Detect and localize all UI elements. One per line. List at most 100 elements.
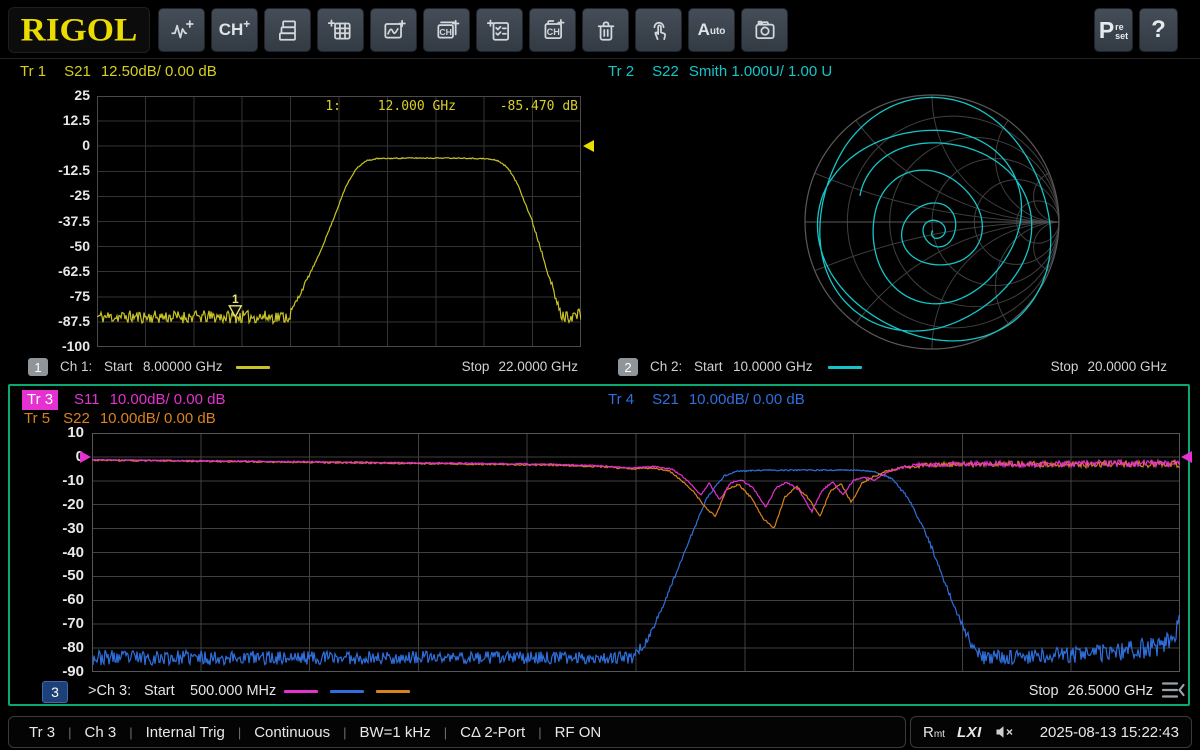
window-stack-button[interactable] — [264, 8, 311, 52]
status-separator: | — [444, 725, 447, 740]
trace2-label[interactable]: Tr 2 — [608, 63, 634, 80]
marker1-frequency: 12.000 GHz — [341, 99, 456, 114]
y-axis-label: -62.5 — [22, 263, 90, 279]
channel-add-label: CH — [219, 20, 244, 40]
svg-text:1: 1 — [232, 292, 239, 306]
trace4-color-swatch — [330, 690, 364, 693]
channel2-stop-label: Stop — [1051, 359, 1079, 374]
channel3-stop[interactable]: Stop 26.5000 GHz — [1029, 683, 1153, 699]
trace3-label[interactable]: Tr 3 — [22, 390, 58, 410]
trace3-meas: S11 — [74, 391, 100, 408]
channel1-start-value[interactable]: 8.00000 GHz — [143, 359, 223, 374]
trace1-color-swatch — [236, 366, 270, 369]
channel-window-add-button[interactable]: CH — [423, 8, 470, 52]
trace-add-button[interactable] — [158, 8, 205, 52]
smith-trace — [818, 97, 1051, 341]
channel3-start-value[interactable]: 500.000 MHz — [190, 683, 276, 699]
channel2-start-value[interactable]: 10.0000 GHz — [733, 359, 813, 374]
ref-level-marker-tr3-right[interactable] — [1181, 451, 1192, 463]
lxi-indicator: LXI — [957, 724, 982, 741]
channel1-start-label: Start — [104, 359, 133, 374]
channel-sheet-add-icon: CH — [540, 17, 566, 43]
hide-menu-button[interactable] — [1158, 679, 1186, 706]
channel2-stop-value: 20.0000 GHz — [1087, 359, 1167, 374]
y-axis-label: -50 — [22, 238, 90, 254]
channel2-stop[interactable]: Stop 20.0000 GHz — [1051, 359, 1167, 374]
channel2-badge[interactable]: 2 — [618, 358, 638, 376]
channel3-start-label: Start — [144, 683, 175, 699]
help-button[interactable]: ? — [1139, 8, 1178, 52]
status-item: Tr 3 — [29, 724, 55, 741]
preset-button[interactable]: P re set — [1094, 8, 1133, 52]
channel-add-button[interactable]: CH+ — [211, 8, 258, 52]
channel1-stop-value: 22.0000 GHz — [498, 359, 578, 374]
status-separator: | — [238, 725, 241, 740]
trace1-header: Tr 1S2112.50dB/ 0.00 dB — [20, 63, 217, 80]
trace-add-icon — [169, 17, 195, 43]
touch-button[interactable] — [635, 8, 682, 52]
smith-chart[interactable] — [798, 88, 1066, 356]
trace3-header: S1110.00dB/ 0.00 dB — [74, 391, 226, 408]
remote-indicator: Rmt — [923, 724, 945, 741]
y-axis-label: -10 — [26, 472, 84, 489]
status-item: Internal Trig — [146, 724, 225, 741]
y-axis-label: -60 — [26, 591, 84, 608]
rmt-label-sub: mt — [934, 729, 945, 740]
y-axis-label: -40 — [26, 544, 84, 561]
meas-list-add-icon — [487, 17, 513, 43]
meas-list-add-button[interactable] — [476, 8, 523, 52]
trace4-label[interactable]: Tr 4 — [608, 391, 634, 408]
status-separator: | — [129, 725, 132, 740]
status-separator: | — [538, 725, 541, 740]
y-axis-label: -90 — [26, 663, 84, 680]
channel-sheet-add-button[interactable]: CH — [529, 8, 576, 52]
channel3-stop-label: Stop — [1029, 683, 1059, 699]
y-axis-label: -50 — [26, 567, 84, 584]
trace-window-add-icon — [381, 17, 407, 43]
status-item: Ch 3 — [85, 724, 117, 741]
status-bar-left: Tr 3|Ch 3|Internal Trig|Continuous|BW=1 … — [8, 716, 906, 748]
plot3-graph[interactable] — [92, 433, 1180, 672]
y-axis-label: -20 — [26, 496, 84, 513]
plot1-graph[interactable]: 1 — [97, 96, 581, 347]
delete-button[interactable] — [582, 8, 629, 52]
trace2-header: Tr 2S22Smith 1.000U/ 1.00 U — [608, 63, 832, 80]
y-axis-label: 0 — [26, 448, 84, 465]
toolbar: RIGOL CH+CHCHAuto P re set ? — [0, 0, 1200, 59]
trace5-color-swatch — [376, 690, 410, 693]
help-icon: ? — [1151, 16, 1166, 44]
y-axis-label: -80 — [26, 639, 84, 656]
y-axis-label: -37.5 — [22, 213, 90, 229]
channel1-stop[interactable]: Stop 22.0000 GHz — [462, 359, 578, 374]
ref-level-marker-tr1[interactable] — [583, 140, 594, 152]
sheet-add-button[interactable] — [317, 8, 364, 52]
y-axis-label: -12.5 — [22, 162, 90, 178]
ref-level-marker-tr3-left[interactable] — [80, 451, 91, 463]
trace4-meas: S21 — [652, 391, 679, 408]
auto-scale-button[interactable]: Auto — [688, 8, 735, 52]
channel1-badge[interactable]: 1 — [28, 358, 48, 376]
svg-text:CH: CH — [546, 27, 560, 37]
channel2-start-label: Start — [694, 359, 723, 374]
status-item: CΔ 2-Port — [460, 724, 525, 741]
rmt-label: R — [923, 724, 934, 741]
plot-grid — [97, 96, 581, 347]
sheet-add-icon — [328, 17, 354, 43]
auto-scale-label: A — [698, 20, 710, 40]
trace5-scale: 10.00dB/ 0.00 dB — [100, 410, 216, 427]
channel2-label: Ch 2: — [650, 359, 682, 374]
y-axis-label: 10 — [26, 424, 84, 441]
y-axis-label: 25 — [22, 87, 90, 103]
status-item: RF ON — [555, 724, 602, 741]
trace1-meas: S21 — [64, 63, 91, 80]
channel1-label: Ch 1: — [60, 359, 92, 374]
trace1-label[interactable]: Tr 1 — [20, 63, 46, 80]
clock: 2025-08-13 15:22:43 — [1040, 724, 1179, 741]
status-separator: | — [68, 725, 71, 740]
y-axis-label: -25 — [22, 187, 90, 203]
screenshot-button[interactable] — [741, 8, 788, 52]
channel3-badge[interactable]: 3 — [42, 681, 68, 703]
trace-window-add-button[interactable] — [370, 8, 417, 52]
trace3-color-swatch — [284, 690, 318, 693]
status-bar-right: Rmt LXI 2025-08-13 15:22:43 — [910, 716, 1192, 748]
